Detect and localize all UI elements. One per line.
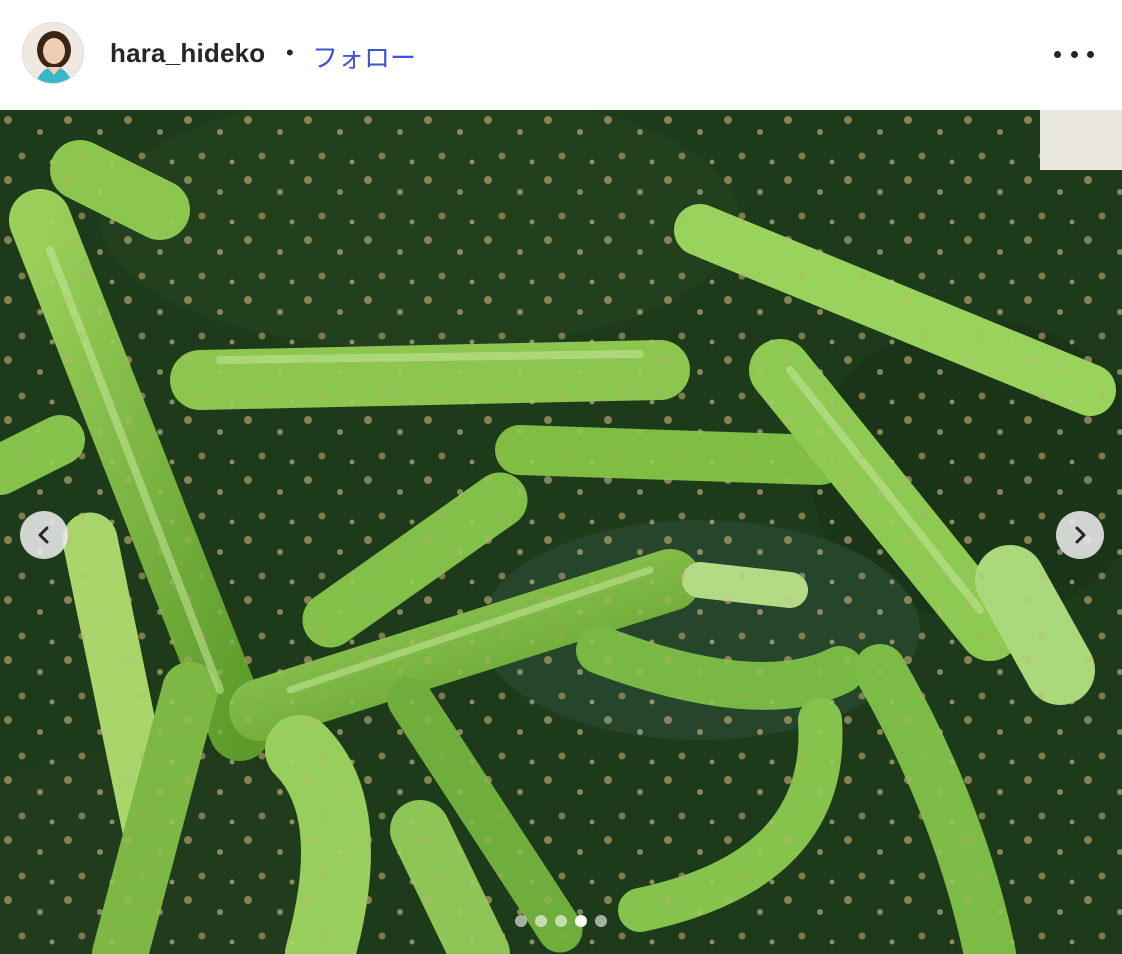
more-options-icon[interactable] <box>1054 40 1094 68</box>
chevron-left-icon <box>38 526 49 544</box>
post-header: hara_hideko • フォロー <box>0 0 1122 110</box>
carousel-dot[interactable] <box>515 915 527 927</box>
carousel-dot[interactable] <box>555 915 567 927</box>
carousel-indicator <box>515 915 607 927</box>
more-dot <box>1087 50 1094 58</box>
username[interactable]: hara_hideko <box>110 38 265 69</box>
greens-dish-image <box>0 110 1122 954</box>
more-dot <box>1054 50 1061 58</box>
post-photo[interactable] <box>0 110 1122 954</box>
carousel-dot[interactable] <box>595 915 607 927</box>
more-dot <box>1070 50 1078 58</box>
carousel-dot-active[interactable] <box>575 915 587 927</box>
separator-dot: • <box>286 40 294 65</box>
chevron-right-icon <box>1075 526 1086 544</box>
carousel-next-button[interactable] <box>1056 511 1104 559</box>
carousel-prev-button[interactable] <box>20 511 68 559</box>
carousel-dot[interactable] <box>535 915 547 927</box>
avatar[interactable] <box>22 22 84 84</box>
follow-button[interactable]: フォロー <box>312 38 416 75</box>
